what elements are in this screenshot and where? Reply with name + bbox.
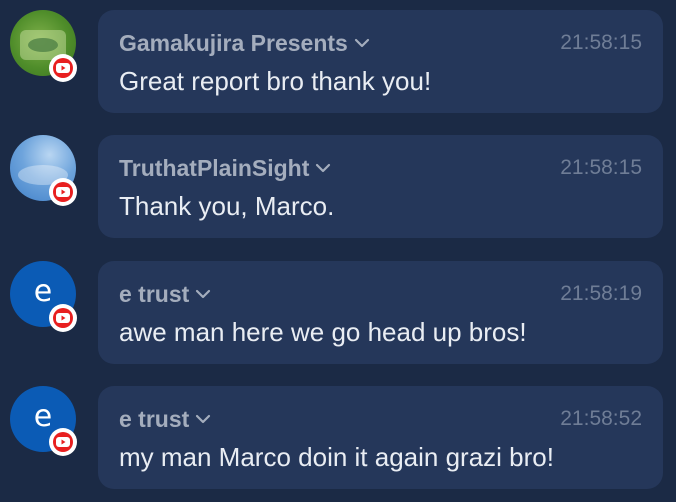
author-name-label: e trust <box>119 406 190 432</box>
youtube-icon <box>49 178 77 206</box>
author-name[interactable]: Gamakujira Presents <box>119 30 370 57</box>
message-timestamp: 21:58:15 <box>560 156 642 179</box>
chevron-down-icon[interactable] <box>354 38 370 48</box>
message-bubble: e trust 21:58:52 my man Marco doin it ag… <box>98 386 663 489</box>
message-text: Thank you, Marco. <box>119 191 335 221</box>
avatar-container: e <box>0 386 90 490</box>
chevron-down-icon[interactable] <box>195 289 211 299</box>
author-name-label: e trust <box>119 281 190 307</box>
chat-message: Gamakujira Presents 21:58:15 Great repor… <box>0 10 676 114</box>
message-text: Great report bro thank you! <box>119 66 432 96</box>
avatar-container <box>0 135 90 239</box>
message-bubble: TruthatPlainSight 21:58:15 Thank you, Ma… <box>98 135 663 238</box>
chat-message: e e trust 21:58:52 my man Marco doin it … <box>0 386 676 490</box>
avatar-image-detail <box>28 38 58 52</box>
chevron-down-icon[interactable] <box>315 163 331 173</box>
message-bubble: Gamakujira Presents 21:58:15 Great repor… <box>98 10 663 113</box>
message-timestamp: 21:58:52 <box>560 407 642 430</box>
author-name[interactable]: e trust <box>119 281 211 308</box>
author-name-label: TruthatPlainSight <box>119 155 310 181</box>
youtube-icon <box>49 428 77 456</box>
chevron-down-icon[interactable] <box>195 414 211 424</box>
message-text: awe man here we go head up bros! <box>119 317 527 347</box>
avatar-container: e <box>0 261 90 365</box>
message-text: my man Marco doin it again grazi bro! <box>119 442 554 472</box>
youtube-icon <box>49 304 77 332</box>
message-timestamp: 21:58:19 <box>560 282 642 305</box>
author-name[interactable]: e trust <box>119 406 211 433</box>
youtube-icon <box>49 54 77 82</box>
avatar-container <box>0 10 90 114</box>
chat-message: e e trust 21:58:19 awe man here we go he… <box>0 261 676 365</box>
message-bubble: e trust 21:58:19 awe man here we go head… <box>98 261 663 364</box>
message-timestamp: 21:58:15 <box>560 31 642 54</box>
author-name[interactable]: TruthatPlainSight <box>119 155 331 182</box>
author-name-label: Gamakujira Presents <box>119 30 348 56</box>
chat-message: TruthatPlainSight 21:58:15 Thank you, Ma… <box>0 135 676 239</box>
chat-message-list: Gamakujira Presents 21:58:15 Great repor… <box>0 0 676 502</box>
